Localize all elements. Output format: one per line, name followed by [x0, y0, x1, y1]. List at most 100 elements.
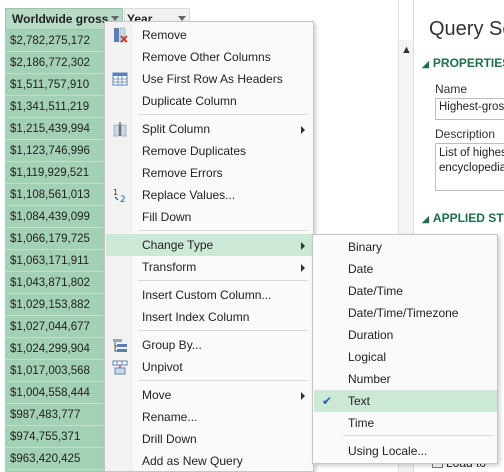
menu-item-fill-down[interactable]: Fill Down	[106, 206, 314, 228]
svg-text:1: 1	[113, 188, 118, 197]
menu-item-replace-values[interactable]: 1 2 Replace Values...	[106, 184, 314, 206]
gross-cell[interactable]: $2,782,275,172	[5, 30, 107, 52]
gross-cell[interactable]: $1,043,871,802	[5, 272, 107, 294]
applied-steps-section-header[interactable]: ◢ APPLIED STE	[422, 211, 504, 225]
type-option-logical[interactable]: Logical	[314, 346, 497, 368]
menu-item-split-column[interactable]: Split Column	[106, 118, 314, 140]
type-option-label: Binary	[348, 240, 383, 254]
query-settings-title: Query Se	[429, 18, 504, 40]
menu-item-transform[interactable]: Transform	[106, 256, 314, 278]
group-by-icon	[112, 337, 128, 353]
gross-cell[interactable]: $1,108,561,013	[5, 184, 107, 206]
menu-item-remove-duplicates[interactable]: Remove Duplicates	[106, 140, 314, 162]
gross-cell[interactable]: $974,755,371	[5, 426, 107, 448]
type-option-using-locale[interactable]: Using Locale...	[314, 440, 497, 462]
description-label: Description	[435, 127, 496, 141]
menu-item-add-as-new-query[interactable]: Add as New Query	[106, 450, 314, 472]
menu-item-label: Split Column	[142, 122, 211, 136]
type-option-label: Number	[348, 372, 391, 386]
gross-cell[interactable]: $1,511,757,910	[5, 74, 107, 96]
submenu-arrow-icon	[301, 242, 305, 250]
menu-item-label: Remove Errors	[142, 166, 223, 180]
menu-item-label: Duplicate Column	[142, 94, 237, 108]
gross-cell[interactable]: $987,483,777	[5, 404, 107, 426]
menu-item-label: Group By...	[142, 338, 202, 352]
type-option-number[interactable]: Number	[314, 368, 497, 390]
gross-cell[interactable]: $1,066,179,725	[5, 228, 107, 250]
type-option-label: Date	[348, 262, 374, 276]
menu-item-remove-errors[interactable]: Remove Errors	[106, 162, 314, 184]
menu-item-remove[interactable]: Remove	[106, 24, 314, 46]
remove-column-icon	[112, 27, 128, 43]
menu-item-label: Replace Values...	[142, 188, 236, 202]
menu-separator	[138, 330, 308, 331]
gross-cell[interactable]: $1,017,003,568	[5, 360, 107, 382]
gross-cell[interactable]: $1,063,171,911	[5, 250, 107, 272]
type-option-date-time-timezone[interactable]: Date/Time/Timezone	[314, 302, 497, 324]
menu-item-change-type[interactable]: Change Type	[106, 234, 314, 256]
gross-cell[interactable]: $1,024,299,904	[5, 338, 107, 360]
gross-cell[interactable]: $1,027,044,677	[5, 316, 107, 338]
gross-cell[interactable]: $1,004,558,444	[5, 382, 107, 404]
description-line: encyclopedia	[439, 162, 504, 174]
column-header-label: Worldwide gross	[12, 12, 109, 26]
type-option-label: Using Locale...	[348, 444, 428, 458]
gross-cell[interactable]: $1,084,439,099	[5, 206, 107, 228]
gross-cell[interactable]: $963,420,425	[5, 448, 107, 470]
gross-cell[interactable]: $1,341,511,219	[5, 96, 107, 118]
menu-item-label: Remove Other Columns	[142, 50, 271, 64]
menu-item-rename[interactable]: Rename...	[106, 406, 314, 428]
collapse-arrow-icon: ◢	[422, 59, 429, 69]
scroll-up-icon[interactable]: ▲	[401, 44, 412, 56]
type-option-date-time[interactable]: Date/Time	[314, 280, 497, 302]
description-textarea[interactable]: List of highes encyclopedia	[435, 143, 504, 191]
menu-separator	[138, 230, 308, 231]
change-type-submenu: Binary Date Date/Time Date/Time/Timezone Dur…	[312, 234, 498, 464]
gross-cell[interactable]: $1,119,929,521	[5, 162, 107, 184]
menu-separator	[138, 380, 308, 381]
menu-separator	[138, 280, 308, 281]
type-option-binary[interactable]: Binary	[314, 236, 497, 258]
menu-item-label: Rename...	[142, 410, 198, 424]
menu-item-insert-index-column[interactable]: Insert Index Column	[106, 306, 314, 328]
type-option-label: Duration	[348, 328, 394, 342]
type-option-label: Time	[348, 416, 375, 430]
menu-item-remove-other-columns[interactable]: Remove Other Columns	[106, 46, 314, 68]
type-option-text[interactable]: ✔ Text	[314, 390, 497, 412]
menu-item-label: Remove	[142, 28, 187, 42]
collapse-arrow-icon: ◢	[422, 214, 429, 224]
type-option-label: Date/Time	[348, 284, 403, 298]
submenu-arrow-icon	[301, 264, 305, 272]
type-option-time[interactable]: Time	[314, 412, 497, 434]
menu-item-use-first-row-as-headers[interactable]: Use First Row As Headers	[106, 68, 314, 90]
submenu-arrow-icon	[301, 126, 305, 134]
checkmark-icon: ✔	[322, 394, 333, 408]
menu-item-duplicate-column[interactable]: Duplicate Column	[106, 90, 314, 112]
menu-item-move[interactable]: Move	[106, 384, 314, 406]
menu-item-label: Use First Row As Headers	[142, 72, 283, 86]
menu-separator	[138, 114, 308, 115]
gross-cell[interactable]: $1,029,153,882	[5, 294, 107, 316]
menu-item-unpivot[interactable]: Unpivot	[106, 356, 314, 378]
type-option-date[interactable]: Date	[314, 258, 497, 280]
unpivot-icon	[112, 359, 128, 375]
menu-item-label: Fill Down	[142, 210, 192, 224]
name-label: Name	[435, 82, 468, 96]
type-option-duration[interactable]: Duration	[314, 324, 497, 346]
menu-item-drill-down[interactable]: Drill Down	[106, 428, 314, 450]
gross-cell[interactable]: $1,215,439,994	[5, 118, 107, 140]
worldwide-gross-column: $2,782,275,172 $2,186,772,302 $1,511,757,9…	[5, 30, 107, 472]
submenu-arrow-icon	[301, 392, 305, 400]
menu-item-label: Insert Custom Column...	[142, 288, 272, 302]
query-name-input[interactable]: Highest-gros	[435, 98, 504, 120]
gross-cell[interactable]: $2,186,772,302	[5, 52, 107, 74]
type-option-label: Date/Time/Timezone	[348, 306, 459, 320]
gross-cell[interactable]: $1,123,746,996	[5, 140, 107, 162]
split-column-icon	[112, 121, 128, 137]
menu-item-group-by[interactable]: Group By...	[106, 334, 314, 356]
menu-item-label: Insert Index Column	[142, 310, 250, 324]
menu-item-insert-custom-column[interactable]: Insert Custom Column...	[106, 284, 314, 306]
menu-item-label: Move	[142, 388, 172, 402]
properties-section-header[interactable]: ◢ PROPERTIES	[422, 56, 504, 70]
description-line: List of highes	[439, 147, 504, 159]
